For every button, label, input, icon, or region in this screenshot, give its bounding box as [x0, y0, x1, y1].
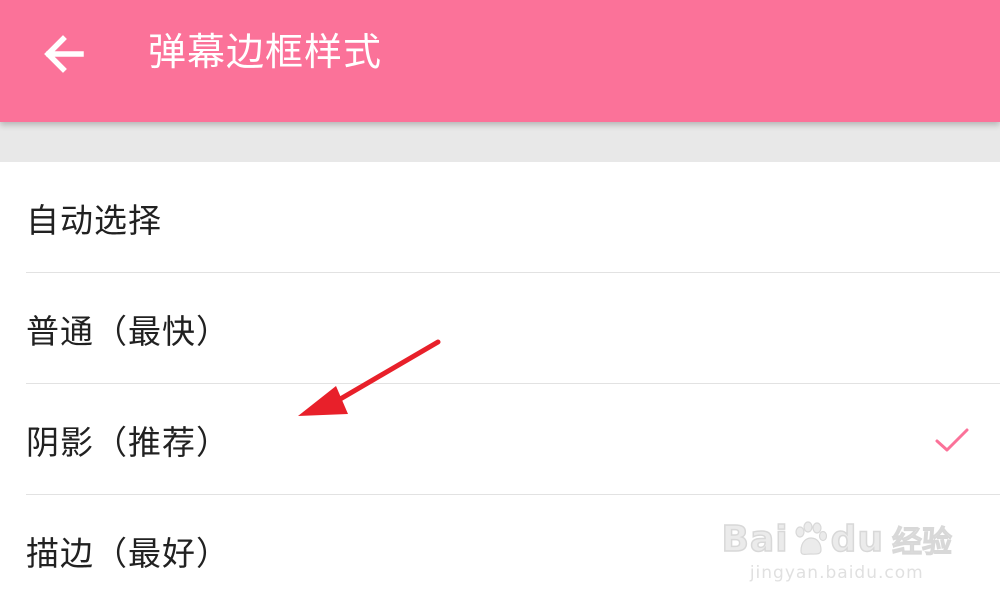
watermark-brand-left: Bai	[722, 519, 789, 560]
baidu-watermark: Bai du 经验 jingyan.baidu.com	[722, 517, 952, 583]
option-auto[interactable]: 自动选择	[0, 162, 1000, 273]
app-bar: 弹幕边框样式	[0, 0, 1000, 122]
paw-icon	[793, 521, 827, 557]
page-title: 弹幕边框样式	[148, 26, 382, 78]
option-label: 阴影（推荐）	[26, 416, 230, 464]
arrow-left-icon	[41, 31, 87, 77]
section-gap	[0, 122, 1000, 162]
option-normal[interactable]: 普通（最快）	[0, 273, 1000, 384]
option-shadow[interactable]: 阴影（推荐）	[0, 384, 1000, 495]
watermark-brand-right: du	[831, 519, 884, 560]
check-icon	[934, 426, 970, 454]
watermark-url: jingyan.baidu.com	[722, 563, 952, 583]
watermark-brand-cn: 经验	[892, 517, 952, 561]
option-label: 普通（最快）	[26, 305, 230, 353]
option-label: 自动选择	[26, 194, 162, 242]
back-button[interactable]	[28, 18, 100, 90]
option-label: 描边（最好）	[26, 527, 230, 575]
